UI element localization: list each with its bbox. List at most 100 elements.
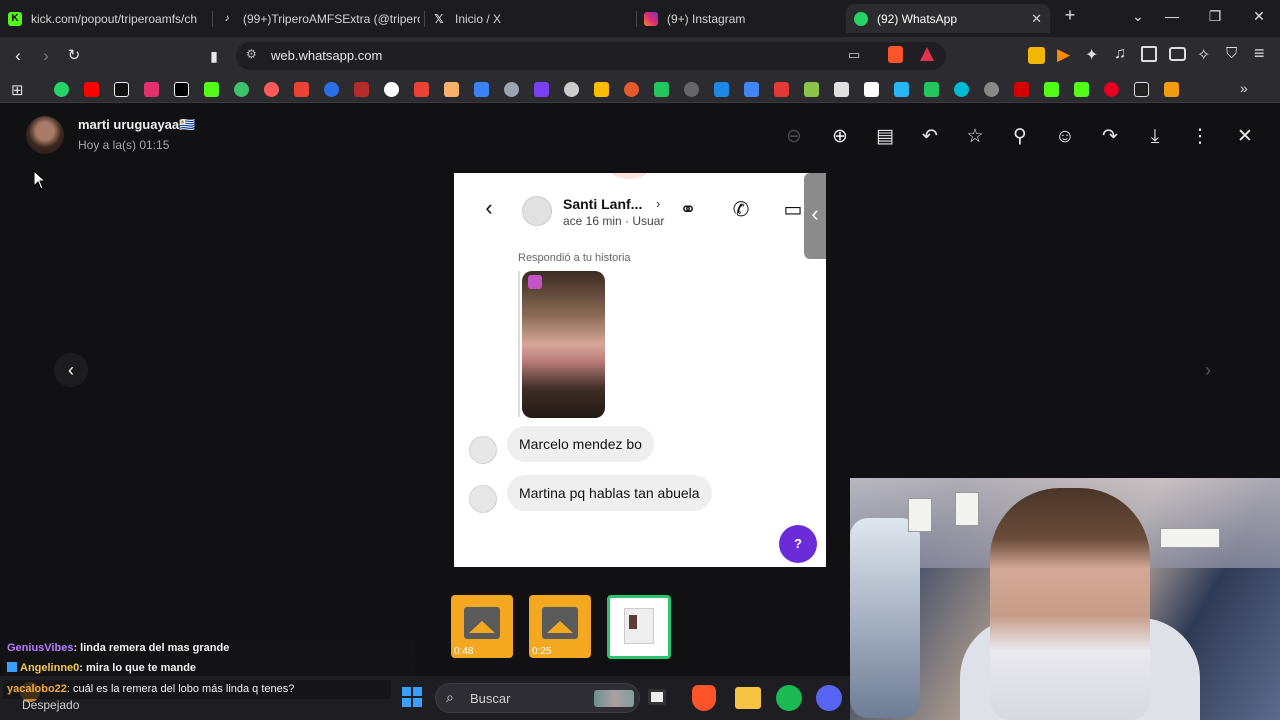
zoom-in-icon[interactable]: ⊕ [828, 125, 852, 149]
file-explorer-icon[interactable] [735, 687, 761, 709]
audio-duration: 0:25 [532, 646, 552, 657]
pinterest-bookmark-icon[interactable] [1104, 82, 1119, 97]
bookmark-icon[interactable] [354, 82, 369, 97]
bookmark-icon[interactable] [384, 82, 399, 97]
spotify-icon[interactable] [776, 685, 802, 711]
download-icon[interactable]: ⤓ [1143, 125, 1167, 149]
new-tab-button[interactable]: + [1060, 5, 1080, 26]
bookmark-icon[interactable] [324, 82, 339, 97]
x-bookmark-icon[interactable] [174, 82, 189, 97]
extensions-puzzle-icon[interactable]: ✦ [1085, 45, 1098, 65]
kick-bookmark-icon[interactable] [204, 82, 219, 97]
close-window-button[interactable]: ✕ [1249, 8, 1269, 25]
bookmark-icon[interactable] [954, 82, 969, 97]
forward-icon[interactable]: ↷ [1098, 125, 1122, 149]
site-info-icon[interactable]: ⚙ [246, 47, 257, 61]
wallet-icon[interactable] [1169, 47, 1186, 61]
paypal-bookmark-icon[interactable] [714, 82, 729, 97]
kick-icon: K [8, 11, 22, 26]
discord-icon[interactable] [816, 685, 842, 711]
brave-rewards-icon[interactable] [920, 47, 934, 61]
vpn-shield-icon[interactable]: ⛉ [1226, 45, 1237, 62]
minimize-button[interactable]: — [1162, 8, 1182, 24]
media-thumbnail[interactable]: 0:48 [451, 595, 513, 658]
pin-icon[interactable]: ⚲ [1008, 125, 1032, 149]
bookmark-icon[interactable] [444, 82, 459, 97]
forward-icon[interactable]: › [35, 45, 57, 67]
tab-whatsapp[interactable]: (92) WhatsApp ✕ [846, 4, 1050, 33]
emoji-icon[interactable]: ☺ [1053, 125, 1077, 149]
tiktok-bookmark-icon[interactable] [114, 82, 129, 97]
cast-icon[interactable]: ▭ [848, 47, 860, 63]
bookmark-icon[interactable] [894, 82, 909, 97]
play-icon[interactable]: ▶ [1057, 45, 1070, 65]
tab-tiktok[interactable]: ♪ (99+)TriperoAMFSExtra (@triperc [220, 4, 421, 33]
taskbar-search[interactable]: ⌕ Buscar [435, 683, 640, 713]
bookmark-icon[interactable] [534, 82, 549, 97]
brave-shields-icon[interactable] [888, 46, 903, 63]
sender-name: marti uruguayaa🇺🇾 [78, 117, 196, 132]
tab-kick[interactable]: K kick.com/popout/triperoamfs/ch [8, 4, 208, 33]
task-view-icon[interactable] [648, 689, 666, 705]
tab-instagram[interactable]: (9+) Instagram [644, 4, 839, 33]
bookmark-icon[interactable] [924, 82, 939, 97]
selected-thumbnail[interactable] [607, 595, 671, 659]
avatar[interactable] [26, 116, 64, 154]
sidebar-icon[interactable] [1141, 46, 1157, 62]
media-icon[interactable]: ♫ [1114, 45, 1126, 63]
chevron-right-icon: › [656, 196, 661, 211]
bookmark-icon[interactable] [654, 82, 669, 97]
caption-icon[interactable]: ▤ [873, 125, 897, 149]
gmail-bookmark-icon[interactable] [294, 82, 309, 97]
bookmark-icon[interactable] [1134, 82, 1149, 97]
bookmark-icon[interactable] [474, 82, 489, 97]
docs-bookmark-icon[interactable] [744, 82, 759, 97]
gmail-bookmark-icon[interactable] [414, 82, 429, 97]
star-icon[interactable]: ☆ [963, 125, 987, 149]
reply-icon[interactable]: ↶ [918, 125, 942, 149]
bookmark-icon[interactable] [684, 82, 699, 97]
chatgpt-bookmark-icon[interactable] [564, 82, 579, 97]
media-thumbnail[interactable]: 0:25 [529, 595, 591, 658]
bookmark-icon[interactable] [864, 82, 879, 97]
drive-bookmark-icon[interactable] [594, 82, 609, 97]
menu-icon[interactable]: ≡ [1254, 43, 1265, 64]
instagram-bookmark-icon[interactable] [144, 82, 159, 97]
close-icon[interactable]: ✕ [1233, 125, 1257, 149]
bookmark-icon[interactable] [264, 82, 279, 97]
start-button[interactable] [402, 687, 422, 707]
next-media-button[interactable]: › [1191, 353, 1225, 387]
kick-bookmark-icon[interactable] [1044, 82, 1059, 97]
bookmark-icon[interactable] [624, 82, 639, 97]
back-icon[interactable]: ‹ [7, 45, 29, 67]
bookmark-icon[interactable] [1014, 82, 1029, 97]
youtube-bookmark-icon[interactable] [84, 82, 99, 97]
bookmark-icon[interactable] [984, 82, 999, 97]
download-bookmark-icon[interactable] [774, 82, 789, 97]
bookmark-icon[interactable] [1164, 82, 1179, 97]
restore-button[interactable]: ❐ [1205, 8, 1225, 25]
address-bar[interactable]: ⚙ web.whatsapp.com ▭ [236, 42, 946, 70]
zoom-out-icon[interactable]: ⊖ [782, 125, 806, 149]
more-bookmarks-icon[interactable]: » [1240, 80, 1248, 96]
previous-media-button[interactable]: ‹ [54, 353, 88, 387]
message-avatar [469, 485, 497, 513]
chat-text: : mira lo que te mande [79, 662, 197, 674]
kick-bookmark-icon[interactable] [1074, 82, 1089, 97]
tab-list-button[interactable]: ⌄ [1128, 8, 1148, 25]
reload-icon[interactable]: ↻ [63, 45, 85, 67]
tab-x[interactable]: 𝕏 Inicio / X [432, 4, 632, 33]
bookmark-icon[interactable]: ▮ [203, 45, 225, 67]
more-icon[interactable]: ⋮ [1188, 125, 1212, 149]
brave-taskbar-icon[interactable] [692, 685, 716, 711]
bookmark-icon[interactable] [504, 82, 519, 97]
bookmark-icon[interactable] [234, 82, 249, 97]
close-tab-icon[interactable]: ✕ [1031, 11, 1042, 27]
extension-icon[interactable] [1028, 47, 1045, 64]
whatsapp-bookmark-icon[interactable] [54, 82, 69, 97]
shared-image[interactable]: ‹ Santi Lanf... › ace 16 min · Usuar ⚭ ✆… [454, 173, 826, 567]
download-bookmark-icon[interactable] [804, 82, 819, 97]
apps-grid-icon[interactable]: ⊞ [11, 81, 24, 99]
bookmark-icon[interactable] [834, 82, 849, 97]
leo-ai-icon[interactable]: ✧ [1197, 45, 1210, 65]
